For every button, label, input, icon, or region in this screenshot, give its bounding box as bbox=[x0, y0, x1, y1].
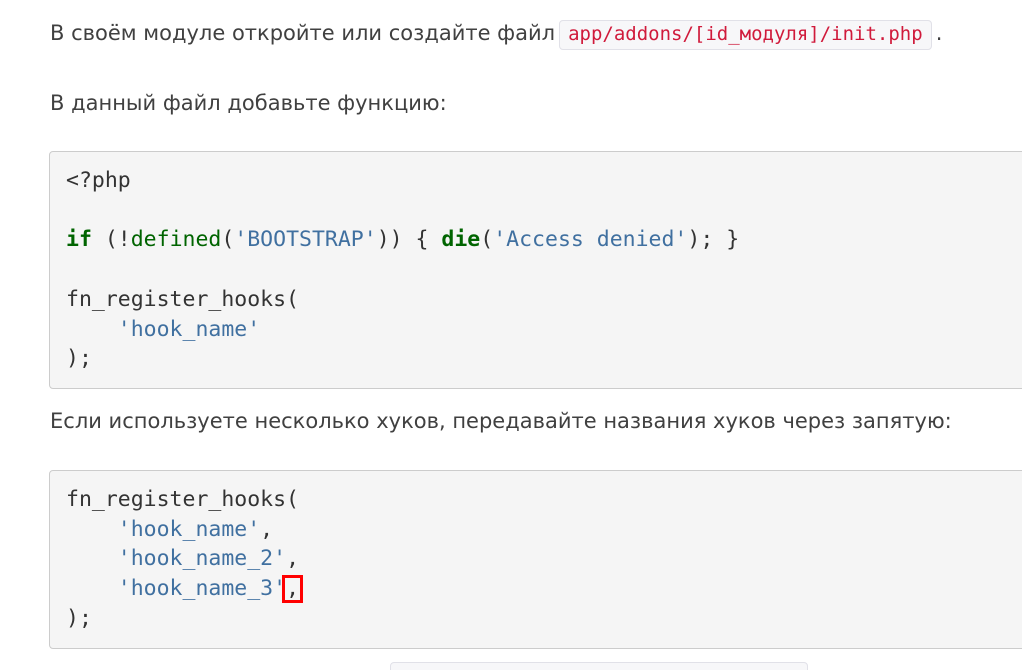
intro-paragraph: В своём модуле откройте или создайте фай… bbox=[50, 18, 943, 50]
string-access-denied: 'Access denied' bbox=[493, 227, 688, 253]
function-defined: defined bbox=[130, 227, 222, 253]
highlighted-trailing-comma: , bbox=[282, 575, 304, 604]
code-block-init: <?php if (!defined('BOOTSTRAP')) { die('… bbox=[49, 151, 1022, 389]
keyword-if: if bbox=[66, 227, 92, 253]
function-call-register-hooks: fn_register_hooks( bbox=[66, 286, 299, 312]
string-bootstrap: 'BOOTSTRAP' bbox=[234, 227, 377, 253]
code-block-multiple-hooks-content: fn_register_hooks( 'hook_name', 'hook_na… bbox=[66, 487, 304, 631]
string-hook-name: 'hook_name' bbox=[117, 516, 261, 542]
string-hook-name-3: 'hook_name_3' bbox=[117, 576, 287, 602]
intro-period: . bbox=[935, 21, 943, 45]
intro-text: В своём модуле откройте или создайте фай… bbox=[50, 21, 556, 45]
function-call-register-hooks: fn_register_hooks( bbox=[66, 487, 299, 512]
add-function-paragraph: В данный файл добавьте функцию: bbox=[50, 91, 447, 115]
call-close: ); bbox=[66, 605, 92, 631]
code-block-multiple-hooks: fn_register_hooks( 'hook_name', 'hook_na… bbox=[49, 470, 1022, 649]
string-hook-name: 'hook_name' bbox=[117, 316, 261, 342]
code-block-init-content: <?php if (!defined('BOOTSTRAP')) { die('… bbox=[66, 168, 740, 372]
inline-code-fragment bbox=[390, 662, 808, 670]
php-open-tag: <?php bbox=[66, 168, 131, 193]
call-close: ); bbox=[66, 346, 92, 372]
string-hook-name-2: 'hook_name_2' bbox=[117, 546, 287, 572]
multiple-hooks-paragraph: Если используете несколько хуков, переда… bbox=[50, 409, 952, 433]
file-path-code: app/addons/[id_модуля]/init.php bbox=[559, 20, 932, 50]
keyword-die: die bbox=[441, 227, 481, 253]
